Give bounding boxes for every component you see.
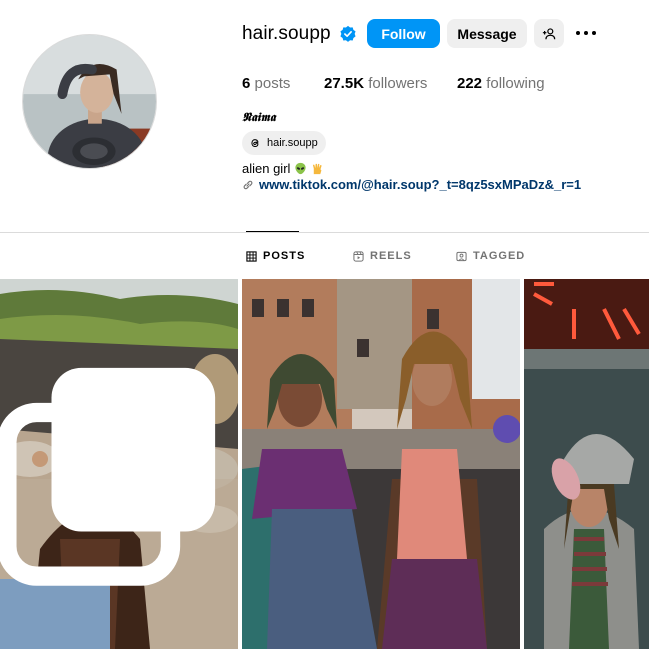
tab-reels-label: REELS [370,250,412,262]
grid-icon [246,250,257,262]
followers-count: 27.5K [324,75,365,92]
post-image-3 [524,279,649,649]
external-link[interactable]: www.tiktok.com/@hair.soup?_t=8qz5sxMPaDz… [242,177,581,192]
threads-icon [251,139,259,148]
following-count-stat[interactable]: 222 following [457,75,545,92]
follow-button[interactable]: Follow [367,19,440,48]
post-thumbnail-2[interactable] [242,279,520,649]
posts-count-stat[interactable]: 6 posts [242,75,290,92]
tab-posts[interactable]: POSTS [246,250,305,262]
external-link-url: www.tiktok.com/@hair.soup?_t=8qz5sxMPaDz… [259,177,582,192]
threads-handle: hair.soupp [267,137,318,149]
posts-label: posts [254,75,291,92]
post-thumbnail-3[interactable] [524,279,649,649]
add-user-icon [542,27,556,39]
tab-tagged[interactable]: TAGGED [456,250,525,262]
profile-avatar[interactable] [22,34,157,169]
profile-header: hair.soupp [242,19,357,48]
vulcan-salute-emoji-icon [313,163,323,175]
profile-full-name: 𝕹𝖆𝖎𝖒𝖆 [242,110,276,124]
avatar-image [23,35,156,168]
threads-link[interactable]: hair.soupp [242,131,326,155]
suggested-users-button[interactable] [534,19,564,48]
followers-count-stat[interactable]: 27.5K followers [324,75,427,92]
following-count: 222 [457,75,483,92]
posts-count: 6 [242,75,251,92]
alien-emoji-icon [295,162,307,175]
post-thumbnail-1[interactable] [0,279,238,649]
reels-icon [353,250,364,262]
tabs-divider [0,232,649,233]
profile-bio: alien girl [242,161,324,176]
tab-posts-label: POSTS [263,250,306,262]
tab-tagged-label: TAGGED [473,250,526,262]
followers-label: followers [368,75,428,92]
carousel-icon [0,367,216,586]
active-tab-indicator [246,231,299,232]
following-label: following [486,75,545,92]
post-image-2 [242,279,520,649]
bio-text: alien girl [242,161,291,176]
profile-username: hair.soupp [242,22,331,44]
verified-badge-icon [340,25,356,42]
tab-reels[interactable]: REELS [353,250,412,262]
link-icon [243,180,253,189]
tagged-icon [456,251,467,261]
more-options-icon[interactable] [576,27,596,39]
message-button[interactable]: Message [447,19,527,48]
